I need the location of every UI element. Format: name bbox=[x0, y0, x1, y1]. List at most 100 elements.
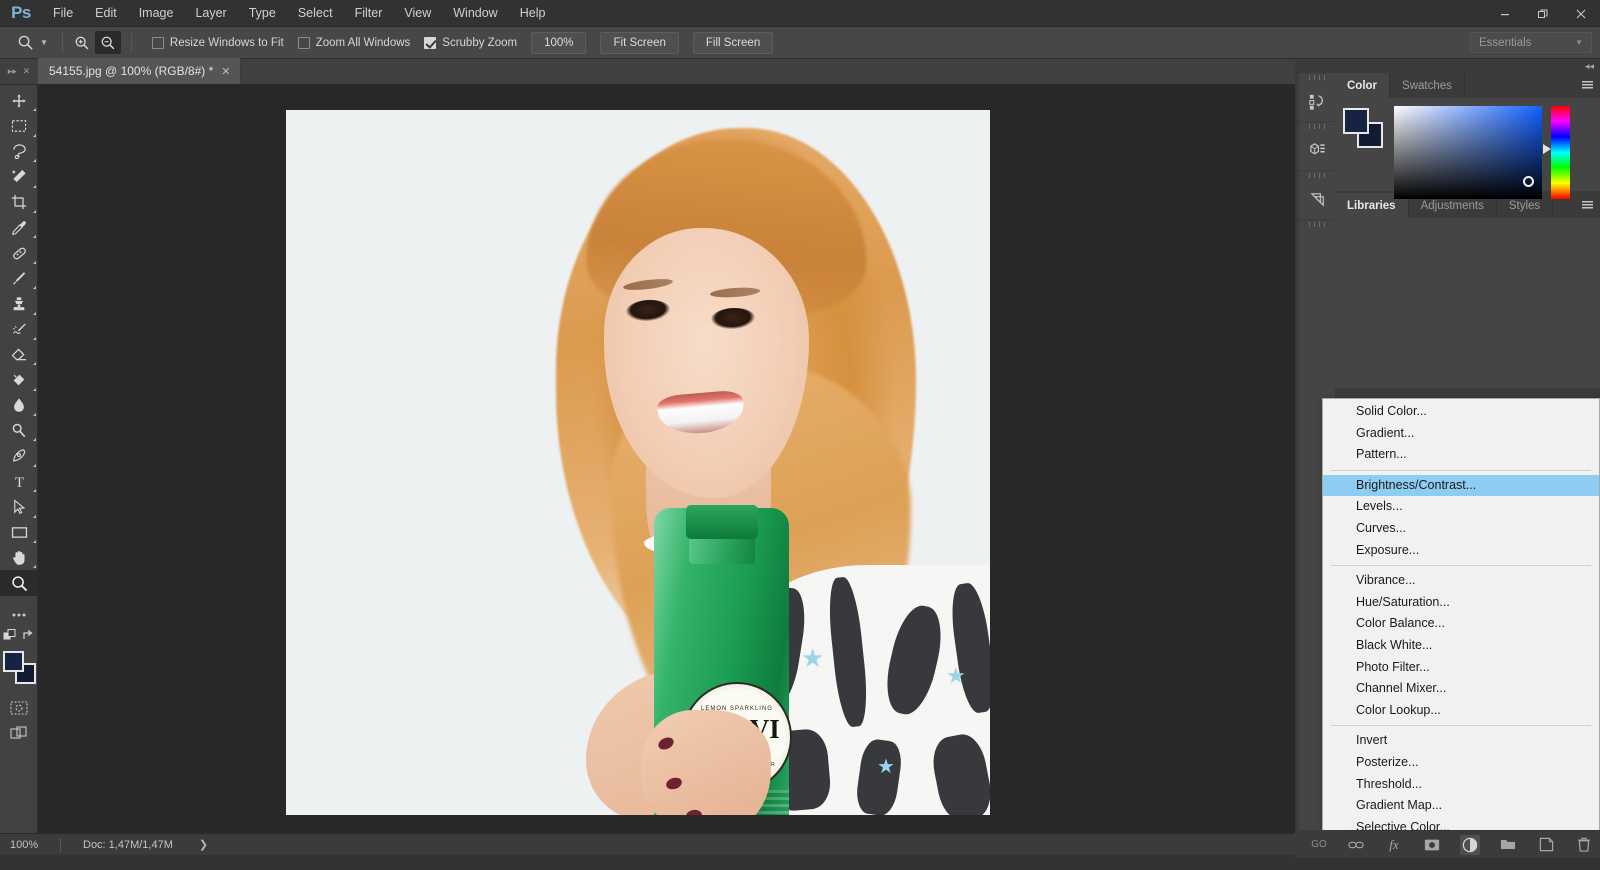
adjustment-menu-item-brightness-contrast[interactable]: Brightness/Contrast... bbox=[1323, 474, 1599, 497]
menu-image[interactable]: Image bbox=[128, 0, 185, 27]
hue-slider-handle[interactable] bbox=[1543, 144, 1551, 154]
adjustment-menu-item-gradient-map[interactable]: Gradient Map... bbox=[1323, 795, 1599, 817]
zoom-tool[interactable] bbox=[0, 570, 38, 596]
pen-tool[interactable] bbox=[0, 443, 38, 468]
workspace-selector[interactable]: Essentials ▼ bbox=[1470, 32, 1592, 53]
quick-selection-tool[interactable] bbox=[0, 164, 38, 189]
menu-help[interactable]: Help bbox=[509, 0, 557, 27]
eraser-tool[interactable] bbox=[0, 342, 38, 367]
type-tool[interactable]: T bbox=[0, 469, 38, 494]
swap-colors-icon[interactable] bbox=[22, 629, 35, 644]
zoom-all-windows-checkbox[interactable]: Zoom All Windows bbox=[297, 36, 410, 49]
menu-edit[interactable]: Edit bbox=[84, 0, 128, 27]
3d-panel-icon[interactable] bbox=[1299, 130, 1335, 171]
adjustment-menu-item-channel-mixer[interactable]: Channel Mixer... bbox=[1323, 678, 1599, 700]
saturation-value-field[interactable] bbox=[1394, 106, 1542, 199]
link-layers-icon[interactable] bbox=[1346, 835, 1366, 855]
panel-menu-icon[interactable] bbox=[1574, 193, 1600, 218]
zoom-tool-icon[interactable] bbox=[12, 31, 38, 55]
adjustment-menu-item-gradient[interactable]: Gradient... bbox=[1323, 423, 1599, 445]
checkbox-box[interactable] bbox=[424, 36, 437, 49]
layer-mask-icon[interactable] bbox=[1422, 835, 1442, 855]
brush-tool[interactable] bbox=[0, 266, 38, 291]
delete-layer-icon[interactable] bbox=[1574, 835, 1594, 855]
checkbox-box[interactable] bbox=[151, 36, 164, 49]
dodge-tool[interactable] bbox=[0, 418, 38, 443]
paths-panel-icon[interactable] bbox=[1299, 179, 1335, 220]
new-adjustment-layer-menu[interactable]: Solid Color... Gradient... Pattern... Brigh… bbox=[1322, 398, 1600, 838]
adjustment-menu-item-black-white[interactable]: Black White... bbox=[1323, 635, 1599, 657]
menu-filter[interactable]: Filter bbox=[344, 0, 394, 27]
history-panel-icon[interactable] bbox=[1299, 81, 1335, 122]
history-brush-tool[interactable] bbox=[0, 317, 38, 342]
new-layer-icon[interactable] bbox=[1536, 835, 1556, 855]
adjustment-menu-item-exposure[interactable]: Exposure... bbox=[1323, 540, 1599, 562]
adjustment-menu-item-hue-saturation[interactable]: Hue/Saturation... bbox=[1323, 592, 1599, 614]
adjustment-menu-item-levels[interactable]: Levels... bbox=[1323, 496, 1599, 518]
tab-swatches[interactable]: Swatches bbox=[1390, 73, 1465, 98]
document-image[interactable]: ★ ★ ★ ★ LEMON S bbox=[286, 110, 990, 815]
menu-view[interactable]: View bbox=[393, 0, 442, 27]
more-tools-ellipsis-icon[interactable] bbox=[0, 602, 38, 627]
panel-grip[interactable] bbox=[1299, 220, 1335, 228]
layer-style-icon[interactable]: fx bbox=[1384, 835, 1404, 855]
hand-tool[interactable] bbox=[0, 545, 38, 570]
fill-screen-button[interactable]: Fill Screen bbox=[692, 31, 774, 54]
adjustment-menu-item-color-balance[interactable]: Color Balance... bbox=[1323, 613, 1599, 635]
lasso-tool[interactable] bbox=[0, 139, 38, 164]
new-adjustment-layer-icon[interactable] bbox=[1460, 834, 1480, 855]
adjustment-menu-item-photo-filter[interactable]: Photo Filter... bbox=[1323, 657, 1599, 679]
scrubby-zoom-checkbox[interactable]: Scrubby Zoom bbox=[424, 36, 517, 49]
foreground-background-color-swatches[interactable] bbox=[0, 647, 38, 691]
default-colors-icon[interactable] bbox=[3, 628, 16, 644]
status-zoom-level[interactable]: 100% bbox=[0, 839, 60, 851]
panel-menu-icon[interactable] bbox=[1574, 73, 1600, 98]
eyedropper-tool[interactable] bbox=[0, 215, 38, 240]
path-selection-tool[interactable] bbox=[0, 494, 38, 519]
clone-stamp-tool[interactable] bbox=[0, 291, 38, 316]
panel-grip[interactable] bbox=[1299, 122, 1335, 130]
zoom-in-icon[interactable] bbox=[69, 31, 95, 54]
adjustment-menu-item-threshold[interactable]: Threshold... bbox=[1323, 774, 1599, 796]
adjustment-menu-item-posterize[interactable]: Posterize... bbox=[1323, 752, 1599, 774]
adjustment-menu-item-solid-color[interactable]: Solid Color... bbox=[1323, 401, 1599, 423]
new-group-icon[interactable] bbox=[1498, 835, 1518, 855]
adjustment-menu-item-curves[interactable]: Curves... bbox=[1323, 518, 1599, 540]
resize-windows-to-fit-checkbox[interactable]: Resize Windows to Fit bbox=[151, 36, 284, 49]
close-icon[interactable]: ✕ bbox=[221, 65, 230, 78]
expand-arrows-icon[interactable]: ▸▸ bbox=[8, 66, 17, 77]
checkbox-box[interactable] bbox=[297, 36, 310, 49]
menu-file[interactable]: File bbox=[42, 0, 84, 27]
minimize-icon[interactable] bbox=[1486, 0, 1524, 27]
fit-screen-button[interactable]: Fit Screen bbox=[600, 31, 679, 54]
adjustment-menu-item-color-lookup[interactable]: Color Lookup... bbox=[1323, 700, 1599, 722]
tool-preset-chevron-icon[interactable]: ▼ bbox=[40, 38, 48, 47]
close-all-icon[interactable]: ✕ bbox=[23, 66, 31, 77]
chevron-right-icon[interactable]: ❯ bbox=[199, 838, 208, 851]
adjustment-menu-item-invert[interactable]: Invert bbox=[1323, 730, 1599, 752]
document-tab[interactable]: 54155.jpg @ 100% (RGB/8#) * ✕ bbox=[38, 58, 241, 84]
blur-tool[interactable] bbox=[0, 393, 38, 418]
panel-grip[interactable] bbox=[1299, 73, 1335, 81]
canvas-area[interactable]: ★ ★ ★ ★ LEMON S bbox=[38, 85, 1295, 833]
zoom-out-icon[interactable] bbox=[94, 31, 121, 54]
rectangle-tool[interactable] bbox=[0, 520, 38, 545]
zoom-100-button[interactable]: 100% bbox=[531, 31, 587, 54]
hue-slider[interactable] bbox=[1543, 106, 1570, 199]
libraries-panel-body[interactable] bbox=[1335, 218, 1600, 388]
tab-bar-handles[interactable]: ▸▸ ✕ bbox=[0, 58, 38, 84]
menu-select[interactable]: Select bbox=[287, 0, 344, 27]
foreground-color-swatch[interactable] bbox=[3, 651, 24, 673]
close-icon[interactable] bbox=[1562, 0, 1600, 27]
menu-window[interactable]: Window bbox=[442, 0, 508, 27]
collapse-panels-icon[interactable]: ◂◂ bbox=[1585, 61, 1594, 72]
gradient-tool[interactable] bbox=[0, 367, 38, 392]
panel-grip[interactable] bbox=[1299, 171, 1335, 179]
restore-icon[interactable] bbox=[1524, 0, 1562, 27]
adjustment-menu-item-pattern[interactable]: Pattern... bbox=[1323, 444, 1599, 466]
quick-mask-icon[interactable] bbox=[0, 695, 38, 720]
spot-healing-brush-tool[interactable] bbox=[0, 240, 38, 265]
menu-layer[interactable]: Layer bbox=[184, 0, 237, 27]
rectangular-marquee-tool[interactable] bbox=[0, 113, 38, 138]
adjustment-menu-item-vibrance[interactable]: Vibrance... bbox=[1323, 570, 1599, 592]
